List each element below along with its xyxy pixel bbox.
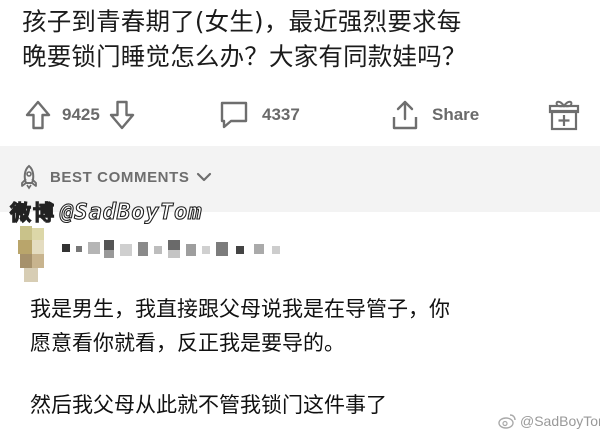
rocket-icon [21,164,37,190]
share-label: Share [432,105,480,124]
redacted-username [62,240,280,258]
comment-body: 我是男生，我直接跟父母说我是在导管子，你 愿意看你就看，反正我是要导的。 [30,292,590,360]
weibo-watermark-label: 微博 [10,200,56,226]
speech-bubble-icon [220,101,248,129]
award-button[interactable] [548,92,580,138]
comments-button[interactable]: 4337 [218,92,300,138]
avatar[interactable] [18,226,46,286]
weibo-watermark: 微博 @SadBoyTom [10,196,203,228]
arrow-up-icon[interactable] [24,99,52,131]
chevron-down-icon [197,172,212,182]
gift-icon [548,100,580,131]
comment-line-2: 愿意看你就看，反正我是要导的。 [30,331,345,355]
arrow-down-icon[interactable] [108,99,136,131]
corner-watermark-text: @SadBoyTom [520,413,600,429]
post-title-line-1: 孩子到青春期了(女生)，最近强烈要求每 [22,7,462,36]
vote-group: 9425 [24,92,136,138]
post-title-line-2: 晚要锁门睡觉怎么办？大家有同款娃吗？ [22,42,467,71]
comment-line-3: 然后我父母从此就不管我锁门这件事了 [30,393,387,417]
sort-label: BEST COMMENTS [50,168,190,186]
comment-sort-dropdown[interactable]: BEST COMMENTS [16,162,213,192]
share-button[interactable]: Share [390,92,479,138]
post-title: 孩子到青春期了(女生)，最近强烈要求每 晚要锁门睡觉怎么办？大家有同款娃吗？ [22,4,582,74]
vote-count: 9425 [62,105,100,124]
corner-watermark: @SadBoyTom [498,410,600,432]
weibo-logo-icon [498,414,516,429]
weibo-watermark-handle: @SadBoyTom [59,199,203,225]
share-icon [392,100,418,130]
post-action-bar: 9425 4337 Share [0,92,600,138]
comment-line-1: 我是男生，我直接跟父母说我是在导管子，你 [30,297,450,321]
comment-count: 4337 [262,105,300,124]
